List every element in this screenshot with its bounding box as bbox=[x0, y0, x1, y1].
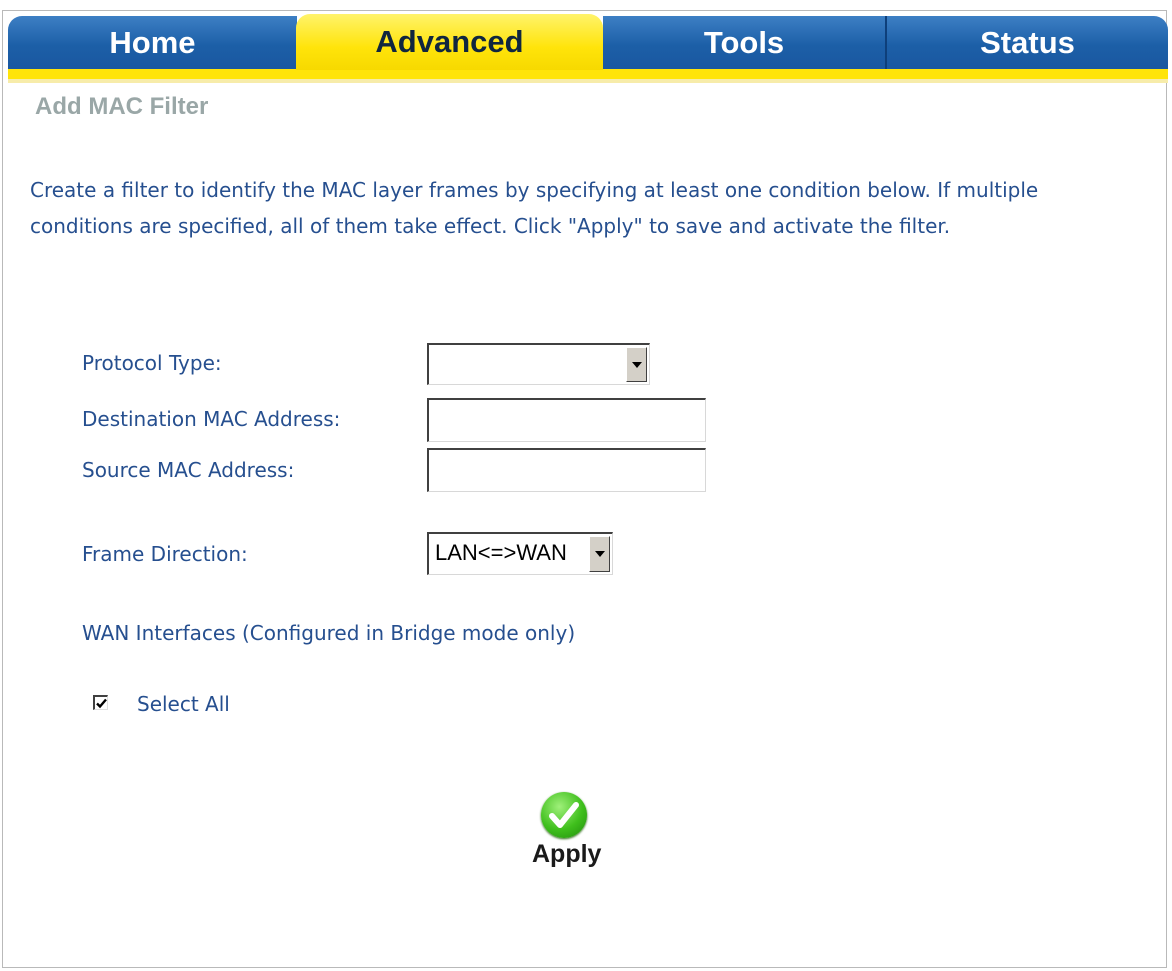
checkmark-icon bbox=[95, 698, 107, 708]
tab-advanced[interactable]: Advanced bbox=[296, 14, 603, 70]
top-nav: Home Advanced Tools Status bbox=[8, 14, 1168, 72]
chevron-down-icon[interactable] bbox=[589, 536, 610, 572]
source-mac-label: Source MAC Address: bbox=[82, 458, 295, 482]
chevron-down-icon[interactable] bbox=[626, 347, 647, 382]
frame-direction-value: LAN<=>WAN bbox=[435, 540, 567, 565]
protocol-type-label: Protocol Type: bbox=[82, 351, 222, 375]
tab-underline bbox=[8, 69, 1168, 79]
frame-direction-label: Frame Direction: bbox=[82, 542, 248, 566]
select-all-label: Select All bbox=[137, 692, 230, 716]
tab-status[interactable]: Status bbox=[887, 16, 1168, 70]
tab-underline-shadow bbox=[8, 79, 1168, 83]
protocol-type-select[interactable] bbox=[427, 343, 650, 385]
tab-tools[interactable]: Tools bbox=[603, 16, 887, 70]
destination-mac-label: Destination MAC Address: bbox=[82, 407, 341, 431]
destination-mac-input[interactable] bbox=[427, 398, 706, 442]
source-mac-input[interactable] bbox=[427, 448, 706, 492]
tab-home[interactable]: Home bbox=[8, 16, 297, 70]
frame-direction-select[interactable]: LAN<=>WAN bbox=[427, 532, 613, 575]
apply-button[interactable]: Apply bbox=[530, 792, 610, 882]
wan-interfaces-label: WAN Interfaces (Configured in Bridge mod… bbox=[82, 621, 576, 645]
page-description: Create a filter to identify the MAC laye… bbox=[30, 178, 1039, 238]
select-all-checkbox[interactable] bbox=[93, 695, 108, 710]
apply-label: Apply bbox=[532, 840, 602, 868]
apply-check-icon bbox=[541, 792, 587, 838]
page-title: Add MAC Filter bbox=[35, 93, 209, 120]
